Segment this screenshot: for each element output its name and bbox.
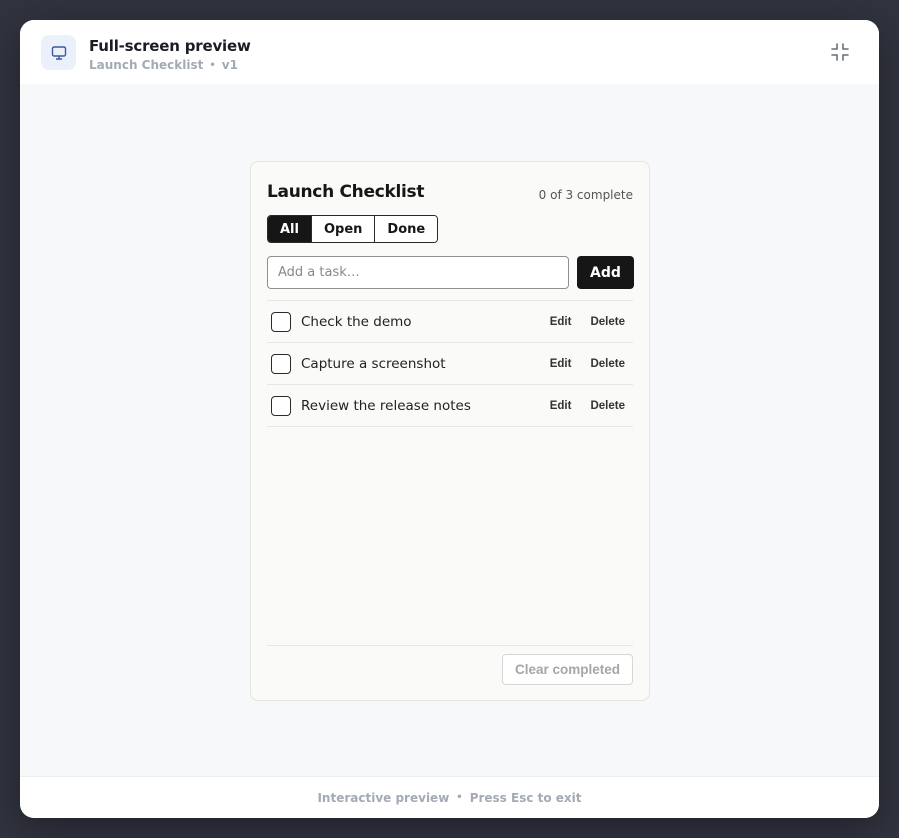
row-actions: Edit Delete — [550, 385, 625, 426]
footer-separator: • — [456, 792, 463, 803]
edit-button[interactable]: Edit — [550, 358, 572, 370]
card-footer: Clear completed — [267, 645, 633, 685]
add-task-input[interactable] — [267, 256, 569, 289]
modal-header: Full-screen preview Launch Checklist • v… — [20, 20, 879, 84]
list-item: Review the release notes Edit Delete — [267, 385, 633, 427]
footer-hint-esc: Press Esc to exit — [469, 790, 582, 805]
header-titles: Full-screen preview Launch Checklist • v… — [89, 37, 251, 72]
edit-button[interactable]: Edit — [550, 400, 572, 412]
delete-button[interactable]: Delete — [590, 400, 625, 412]
task-checkbox[interactable] — [271, 353, 291, 374]
version-label: v1 — [221, 58, 238, 72]
task-text: Check the demo — [301, 313, 412, 330]
header-subtitle: Launch Checklist • v1 — [89, 58, 251, 72]
add-task-row: Add — [267, 256, 634, 289]
row-actions: Edit Delete — [550, 301, 625, 342]
fullscreen-preview-modal: Full-screen preview Launch Checklist • v… — [20, 20, 879, 818]
modal-footer: Interactive preview • Press Esc to exit — [20, 776, 879, 818]
add-task-button[interactable]: Add — [577, 256, 634, 289]
edit-button[interactable]: Edit — [550, 316, 572, 328]
clear-completed-button[interactable]: Clear completed — [501, 654, 633, 685]
footer-hint-interactive: Interactive preview — [317, 790, 450, 805]
exit-fullscreen-button[interactable] — [829, 41, 851, 63]
exit-fullscreen-icon — [831, 43, 849, 61]
tab-done[interactable]: Done — [375, 216, 438, 242]
checklist-title: Launch Checklist — [267, 182, 425, 202]
task-text: Review the release notes — [301, 397, 471, 414]
delete-button[interactable]: Delete — [590, 316, 625, 328]
header-title: Full-screen preview — [89, 37, 251, 55]
list-item: Capture a screenshot Edit Delete — [267, 343, 633, 385]
task-text: Capture a screenshot — [301, 355, 446, 372]
row-actions: Edit Delete — [550, 343, 625, 384]
delete-button[interactable]: Delete — [590, 358, 625, 370]
checklist-card: Launch Checklist 0 of 3 complete All Ope… — [250, 161, 650, 701]
tab-all[interactable]: All — [268, 216, 312, 242]
monitor-icon — [41, 35, 76, 70]
list-item: Check the demo Edit Delete — [267, 301, 633, 343]
task-checkbox[interactable] — [271, 311, 291, 332]
preview-stage: Launch Checklist 0 of 3 complete All Ope… — [20, 84, 879, 776]
filter-tabs: All Open Done — [267, 215, 439, 243]
progress-count: 0 of 3 complete — [538, 188, 633, 202]
tab-open[interactable]: Open — [311, 216, 376, 242]
task-list: Check the demo Edit Delete Capture a scr… — [267, 300, 633, 427]
project-name: Launch Checklist — [89, 58, 204, 72]
subtitle-separator: • — [209, 59, 216, 71]
task-checkbox[interactable] — [271, 395, 291, 416]
